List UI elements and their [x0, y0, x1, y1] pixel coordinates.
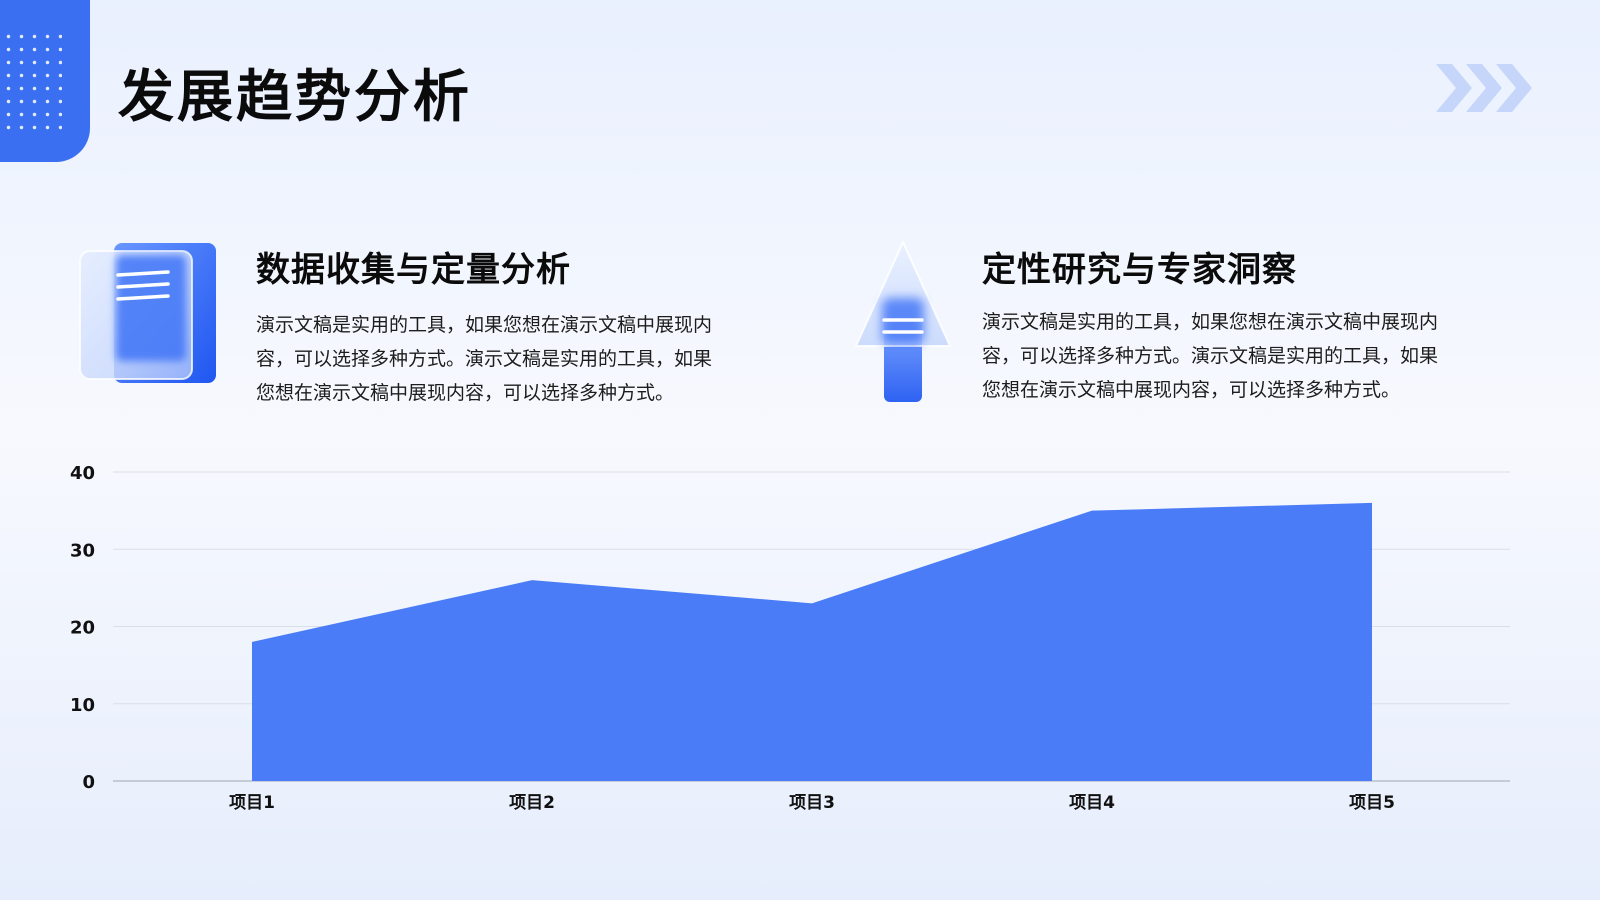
section-body-line: 演示文稿是实用的工具，如果您想在演示文稿中展现内: [982, 311, 1439, 333]
section-body-line: 您想在演示文稿中展现内容，可以选择多种方式。: [256, 382, 675, 404]
x-tick-label: 项目3: [789, 793, 835, 813]
section-body: 演示文稿是实用的工具，如果您想在演示文稿中展现内 容，可以选择多种方式。演示文稿…: [982, 305, 1522, 407]
corner-accent-block: [0, 0, 90, 162]
x-tick-label: 项目2: [509, 793, 555, 813]
y-tick-label: 0: [82, 772, 95, 793]
area-chart: 0 10 20 30 40 项目1 项目2 项目3 项目4 项目5: [70, 463, 1510, 813]
document-icon: [79, 243, 216, 383]
triple-chevron-right-icon: [1436, 64, 1532, 112]
section-body-line: 容，可以选择多种方式。演示文稿是实用的工具，如果: [982, 345, 1439, 367]
section-title: 数据收集与定量分析: [256, 250, 571, 290]
section-body: 演示文稿是实用的工具，如果您想在演示文稿中展现内 容，可以选择多种方式。演示文稿…: [256, 308, 796, 410]
section-body-line: 演示文稿是实用的工具，如果您想在演示文稿中展现内: [256, 314, 713, 336]
page-title: 发展趋势分析: [118, 65, 472, 130]
y-tick-label: 40: [70, 463, 95, 484]
arrow-up-icon: [855, 241, 951, 402]
y-tick-label: 20: [70, 618, 95, 639]
y-tick-label: 10: [70, 695, 95, 716]
x-tick-label: 项目1: [229, 793, 275, 813]
dot-grid-icon: [0, 30, 62, 130]
x-tick-label: 项目4: [1069, 793, 1115, 813]
section-title: 定性研究与专家洞察: [982, 250, 1297, 290]
y-tick-label: 30: [70, 540, 95, 561]
section-body-line: 您想在演示文稿中展现内容，可以选择多种方式。: [982, 379, 1401, 401]
section-body-line: 容，可以选择多种方式。演示文稿是实用的工具，如果: [256, 348, 713, 370]
x-tick-label: 项目5: [1349, 793, 1395, 813]
area-series: [252, 502, 1372, 781]
